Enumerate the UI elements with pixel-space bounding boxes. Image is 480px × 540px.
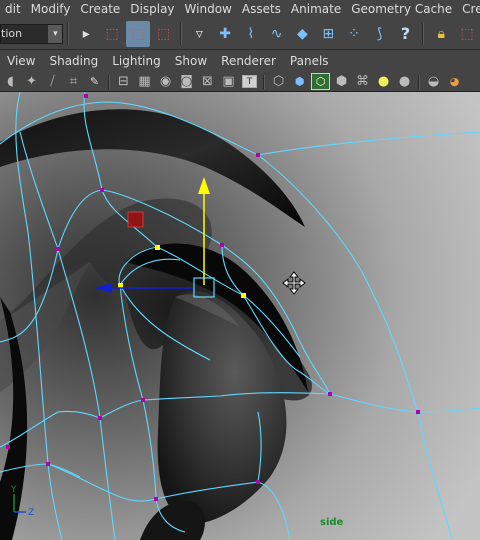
vertex[interactable]: [6, 445, 10, 449]
output-ops-icon[interactable]: ⟆: [368, 21, 392, 47]
panel-menu-lighting[interactable]: Lighting: [105, 51, 168, 72]
wireframe-icon[interactable]: ⬡: [269, 73, 288, 90]
chevron-down-icon: ▾: [48, 24, 63, 43]
vertex[interactable]: [46, 462, 50, 466]
wireframe-on-shaded-icon[interactable]: ⬡: [311, 73, 330, 90]
toolbar-divider: [263, 74, 265, 89]
main-menu-bar: dit Modify Create Display Window Assets …: [0, 0, 480, 18]
panel-menu-show[interactable]: Show: [168, 51, 214, 72]
panel-toolbar: ◖ ✦ ⧸ ⌗ ✎ ⊟ ▦ ◉ ◙ ⊠ ▣ T ⬡ ⬢ ⬡ ⬢ ⌘ ● ● ◒ …: [0, 72, 480, 92]
grease-pencil-icon[interactable]: ✎: [85, 73, 104, 90]
axis-z-label: Z: [28, 508, 34, 518]
textured-icon[interactable]: ⌘: [353, 73, 372, 90]
help-icon[interactable]: ?: [394, 21, 418, 47]
menu-modify[interactable]: Modify: [26, 0, 76, 18]
vertex[interactable]: [84, 94, 88, 98]
gate-mask-icon[interactable]: ◙: [177, 73, 196, 90]
toolbar-divider: [180, 22, 183, 45]
panel-menu-bar: View Shading Lighting Show Renderer Pane…: [0, 51, 480, 72]
field-chart-icon[interactable]: ⊠: [198, 73, 217, 90]
select-component-icon[interactable]: ⬚: [152, 21, 176, 47]
panel-menu-view[interactable]: View: [0, 51, 42, 72]
selection-lock-icon[interactable]: ⬚: [455, 21, 479, 47]
menu-animate[interactable]: Animate: [286, 0, 346, 18]
select-camera-icon[interactable]: ◖: [1, 73, 20, 90]
make-live-icon[interactable]: ⊞: [316, 21, 340, 47]
vertex[interactable]: [154, 497, 158, 501]
menu-edit[interactable]: dit: [0, 0, 26, 18]
smooth-shade-icon[interactable]: ⬢: [290, 73, 309, 90]
input-ops-icon[interactable]: ⁘: [342, 21, 366, 47]
manipulator-handle-red[interactable]: [127, 211, 144, 228]
pick-mask-icon[interactable]: ▿: [187, 21, 211, 47]
viewport-canvas: Y Z: [0, 92, 480, 540]
resolution-gate-icon[interactable]: ◉: [156, 73, 175, 90]
snap-curve-icon[interactable]: ⌇: [239, 21, 263, 47]
default-light-icon[interactable]: ●: [374, 73, 393, 90]
vertex[interactable]: [141, 398, 145, 402]
menu-set-dropdown[interactable]: tion ▾: [0, 23, 64, 44]
maya-window: dit Modify Create Display Window Assets …: [0, 0, 480, 540]
safe-title-icon[interactable]: T: [242, 75, 257, 88]
vertex[interactable]: [98, 416, 102, 420]
menu-create[interactable]: Create: [75, 0, 125, 18]
shadows-icon[interactable]: ●: [395, 73, 414, 90]
menu-assets[interactable]: Assets: [237, 0, 286, 18]
vertex[interactable]: [56, 247, 60, 251]
status-line: tion ▾ ▸ ⬚ ⬚ ⬚ ▿ ✚ ⌇ ∿ ◆ ⊞ ⁘ ⟆ ? 🔒︎ ⬚: [0, 18, 480, 50]
vertex[interactable]: [220, 243, 224, 247]
vertex[interactable]: [328, 392, 332, 396]
toolbar-divider: [67, 22, 70, 45]
menu-geometry-cache[interactable]: Geometry Cache: [346, 0, 457, 18]
vertex[interactable]: [256, 480, 260, 484]
panel-menu-shading[interactable]: Shading: [42, 51, 105, 72]
snap-point-icon[interactable]: ∿: [265, 21, 289, 47]
snap-view-plane-icon[interactable]: ◆: [291, 21, 315, 47]
snap-grid-icon[interactable]: ✚: [213, 21, 237, 47]
toolbar-divider: [108, 74, 110, 89]
menu-window[interactable]: Window: [180, 0, 237, 18]
select-object-icon[interactable]: ⬚: [125, 20, 150, 47]
high-quality-icon[interactable]: ◕: [445, 73, 464, 90]
lock-icon[interactable]: 🔒︎: [429, 21, 453, 47]
axis-y-label: Y: [10, 485, 17, 495]
collapse-toggle-icon[interactable]: ▸: [74, 21, 98, 47]
panel-menu-renderer[interactable]: Renderer: [214, 51, 283, 72]
viewport-side[interactable]: Y Z side: [0, 92, 480, 540]
bookmarks-icon[interactable]: ⧸: [43, 73, 62, 90]
safe-action-icon[interactable]: ▣: [219, 73, 238, 90]
menu-create-deformers[interactable]: Create Deform: [457, 0, 480, 18]
selected-vertex[interactable]: [241, 293, 246, 298]
camera-name-label: side: [320, 517, 344, 528]
film-gate-icon[interactable]: ▦: [135, 73, 154, 90]
vertex[interactable]: [256, 153, 260, 157]
menu-set-value: tion: [1, 26, 23, 40]
vertex[interactable]: [416, 410, 420, 414]
toolbar-divider: [418, 74, 420, 89]
toolbar-divider: [422, 22, 425, 45]
camera-attributes-icon[interactable]: ✦: [22, 73, 41, 90]
vertex[interactable]: [100, 188, 104, 192]
isolate-select-icon[interactable]: ◒: [424, 73, 443, 90]
select-hierarchy-icon[interactable]: ⬚: [100, 21, 124, 47]
xray-icon[interactable]: ⬢: [332, 73, 351, 90]
grid-toggle-icon[interactable]: ⊟: [114, 73, 133, 90]
menu-display[interactable]: Display: [125, 0, 179, 18]
image-plane-icon[interactable]: ⌗: [64, 73, 83, 90]
panel-menu-panels[interactable]: Panels: [283, 51, 336, 72]
selected-vertex[interactable]: [155, 245, 160, 250]
